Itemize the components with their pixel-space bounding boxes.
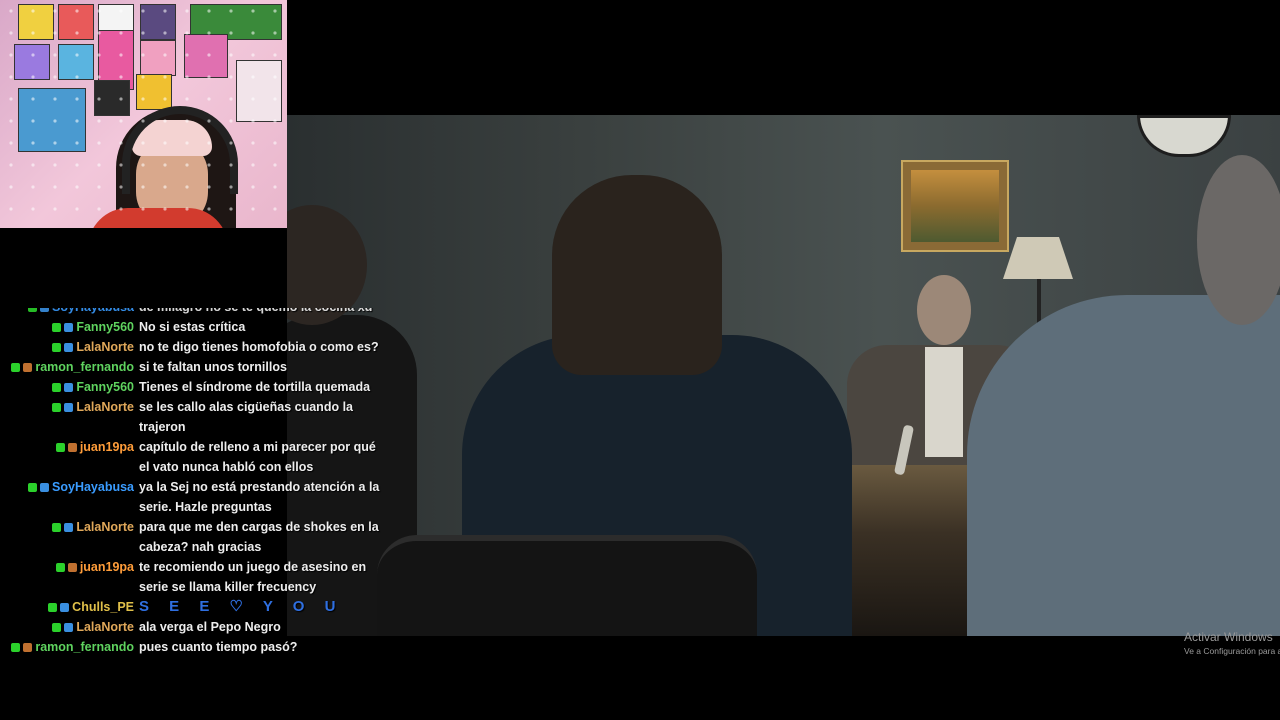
- chat-message: LalaNorte no te digo tienes homofobia o c…: [0, 337, 390, 357]
- chat-user: LalaNorte: [0, 517, 139, 537]
- subscriber-badge-icon: [23, 362, 33, 372]
- chat-overlay: SoyHayabusa de milagro no se te quemo la …: [0, 308, 390, 720]
- chat-user: Chulls_PE: [0, 597, 139, 617]
- chat-message: LalaNorte ala verga el Pepo Negro: [0, 617, 390, 637]
- chat-user: Fanny560: [0, 317, 139, 337]
- chat-message-text: capítulo de relleno a mi parecer por qué…: [139, 440, 376, 474]
- chat-username[interactable]: ramon_fernando: [35, 357, 134, 377]
- wall-clock: [1137, 115, 1231, 157]
- moderator-badge-icon: [52, 342, 62, 352]
- chat-message: Fanny560 Tienes el síndrome de tortilla q…: [0, 377, 390, 397]
- chat-user: LalaNorte: [0, 397, 139, 417]
- chat-message-text: no te digo tienes homofobia o como es?: [139, 340, 379, 354]
- chat-user: SoyHayabusa: [0, 308, 139, 317]
- chat-message-text: de milagro no se te quemo la cocina xd: [139, 308, 384, 317]
- chat-message-text: para que me den cargas de shokes en la c…: [139, 520, 379, 554]
- subscriber-badge-icon: [64, 382, 74, 392]
- chat-user: LalaNorte: [0, 617, 139, 637]
- chat-username[interactable]: juan19pa: [80, 437, 134, 457]
- chat-username[interactable]: LalaNorte: [76, 337, 134, 357]
- moderator-badge-icon: [55, 562, 65, 572]
- chat-message: ramon_fernando pues cuanto tiempo pasó?: [0, 637, 390, 657]
- wall-poster: [58, 4, 94, 40]
- subscriber-badge-icon: [40, 482, 50, 492]
- moderator-badge-icon: [28, 308, 38, 312]
- wall-poster: [18, 4, 54, 40]
- right-man-silhouette: [967, 155, 1280, 636]
- moderator-badge-icon: [11, 642, 21, 652]
- chat-username[interactable]: LalaNorte: [76, 397, 134, 417]
- chat-user: juan19pa: [0, 437, 139, 457]
- chat-message-text: pues cuanto tiempo pasó?: [139, 640, 298, 654]
- chair: [377, 535, 757, 636]
- chat-username[interactable]: juan19pa: [80, 557, 134, 577]
- subscriber-badge-icon: [67, 562, 77, 572]
- chat-message-text: Tienes el síndrome de tortilla quemada: [139, 380, 371, 394]
- wall-poster: [18, 88, 86, 152]
- chat-user: Fanny560: [0, 377, 139, 397]
- chat-user: SoyHayabusa: [0, 477, 139, 497]
- windows-activation-watermark: Activar Windows Ve a Configuración para …: [1184, 630, 1280, 656]
- wall-poster: [184, 34, 228, 78]
- streamer: [88, 98, 258, 228]
- wall-poster: [140, 4, 176, 40]
- moderator-badge-icon: [52, 382, 62, 392]
- chat-message-text: si te faltan unos tornillos: [139, 360, 287, 374]
- chat-message: ramon_fernando si te faltan unos tornillo…: [0, 357, 390, 377]
- chat-message-text: S E E ♡ Y O U: [139, 598, 344, 615]
- chat-message: Chulls_PE S E E ♡ Y O U: [0, 597, 390, 617]
- subscriber-badge-icon: [60, 602, 70, 612]
- webcam-overlay: [0, 0, 287, 228]
- chat-user: ramon_fernando: [0, 637, 139, 657]
- wall-poster: [14, 44, 50, 80]
- watermark-subtitle: Ve a Configuración para activar Windows.: [1184, 646, 1280, 656]
- subscriber-badge-icon: [67, 442, 77, 452]
- moderator-badge-icon: [55, 442, 65, 452]
- subscriber-badge-icon: [64, 522, 74, 532]
- moderator-badge-icon: [52, 322, 62, 332]
- chat-message-text: se les callo alas cigüeñas cuando la tra…: [139, 400, 353, 434]
- chat-message: SoyHayabusa ya la Sej no está prestando a…: [0, 477, 390, 517]
- chat-message-text: No si estas crítica: [139, 320, 246, 334]
- video-player[interactable]: [287, 115, 1280, 636]
- chat-username[interactable]: ramon_fernando: [35, 637, 134, 657]
- chat-username[interactable]: SoyHayabusa: [52, 477, 134, 497]
- wall-poster: [140, 40, 176, 76]
- chat-username[interactable]: LalaNorte: [76, 617, 134, 637]
- chat-message: Fanny560 No si estas crítica: [0, 317, 390, 337]
- chat-username[interactable]: LalaNorte: [76, 517, 134, 537]
- chat-message: SoyHayabusa de milagro no se te quemo la …: [0, 308, 390, 317]
- chat-user: juan19pa: [0, 557, 139, 577]
- chat-message: LalaNorte para que me den cargas de shoke…: [0, 517, 390, 557]
- chat-message: juan19pa capítulo de relleno a mi parecer…: [0, 437, 390, 477]
- moderator-badge-icon: [11, 362, 21, 372]
- subscriber-badge-icon: [40, 308, 50, 312]
- watermark-title: Activar Windows: [1184, 630, 1273, 644]
- chat-username[interactable]: SoyHayabusa: [52, 308, 134, 317]
- chat-message-text: te recomiendo un juego de asesino en ser…: [139, 560, 367, 594]
- chat-message: juan19pa te recomiendo un juego de asesin…: [0, 557, 390, 597]
- subscriber-badge-icon: [64, 322, 74, 332]
- subscriber-badge-icon: [23, 642, 33, 652]
- subscriber-badge-icon: [64, 622, 74, 632]
- moderator-badge-icon: [48, 602, 58, 612]
- wall-poster: [58, 44, 94, 80]
- moderator-badge-icon: [52, 402, 62, 412]
- chat-username[interactable]: Fanny560: [76, 317, 134, 337]
- subscriber-badge-icon: [64, 402, 74, 412]
- chat-username[interactable]: Chulls_PE: [72, 597, 134, 617]
- moderator-badge-icon: [52, 522, 62, 532]
- chat-message-text: ala verga el Pepo Negro: [139, 620, 281, 634]
- moderator-badge-icon: [52, 622, 62, 632]
- moderator-badge-icon: [28, 482, 38, 492]
- chat-message-text: ya la Sej no está prestando atención a l…: [139, 480, 380, 514]
- chat-message: LalaNorte se les callo alas cigüeñas cuan…: [0, 397, 390, 437]
- chat-username[interactable]: Fanny560: [76, 377, 134, 397]
- subscriber-badge-icon: [64, 342, 74, 352]
- chat-user: ramon_fernando: [0, 357, 139, 377]
- chat-user: LalaNorte: [0, 337, 139, 357]
